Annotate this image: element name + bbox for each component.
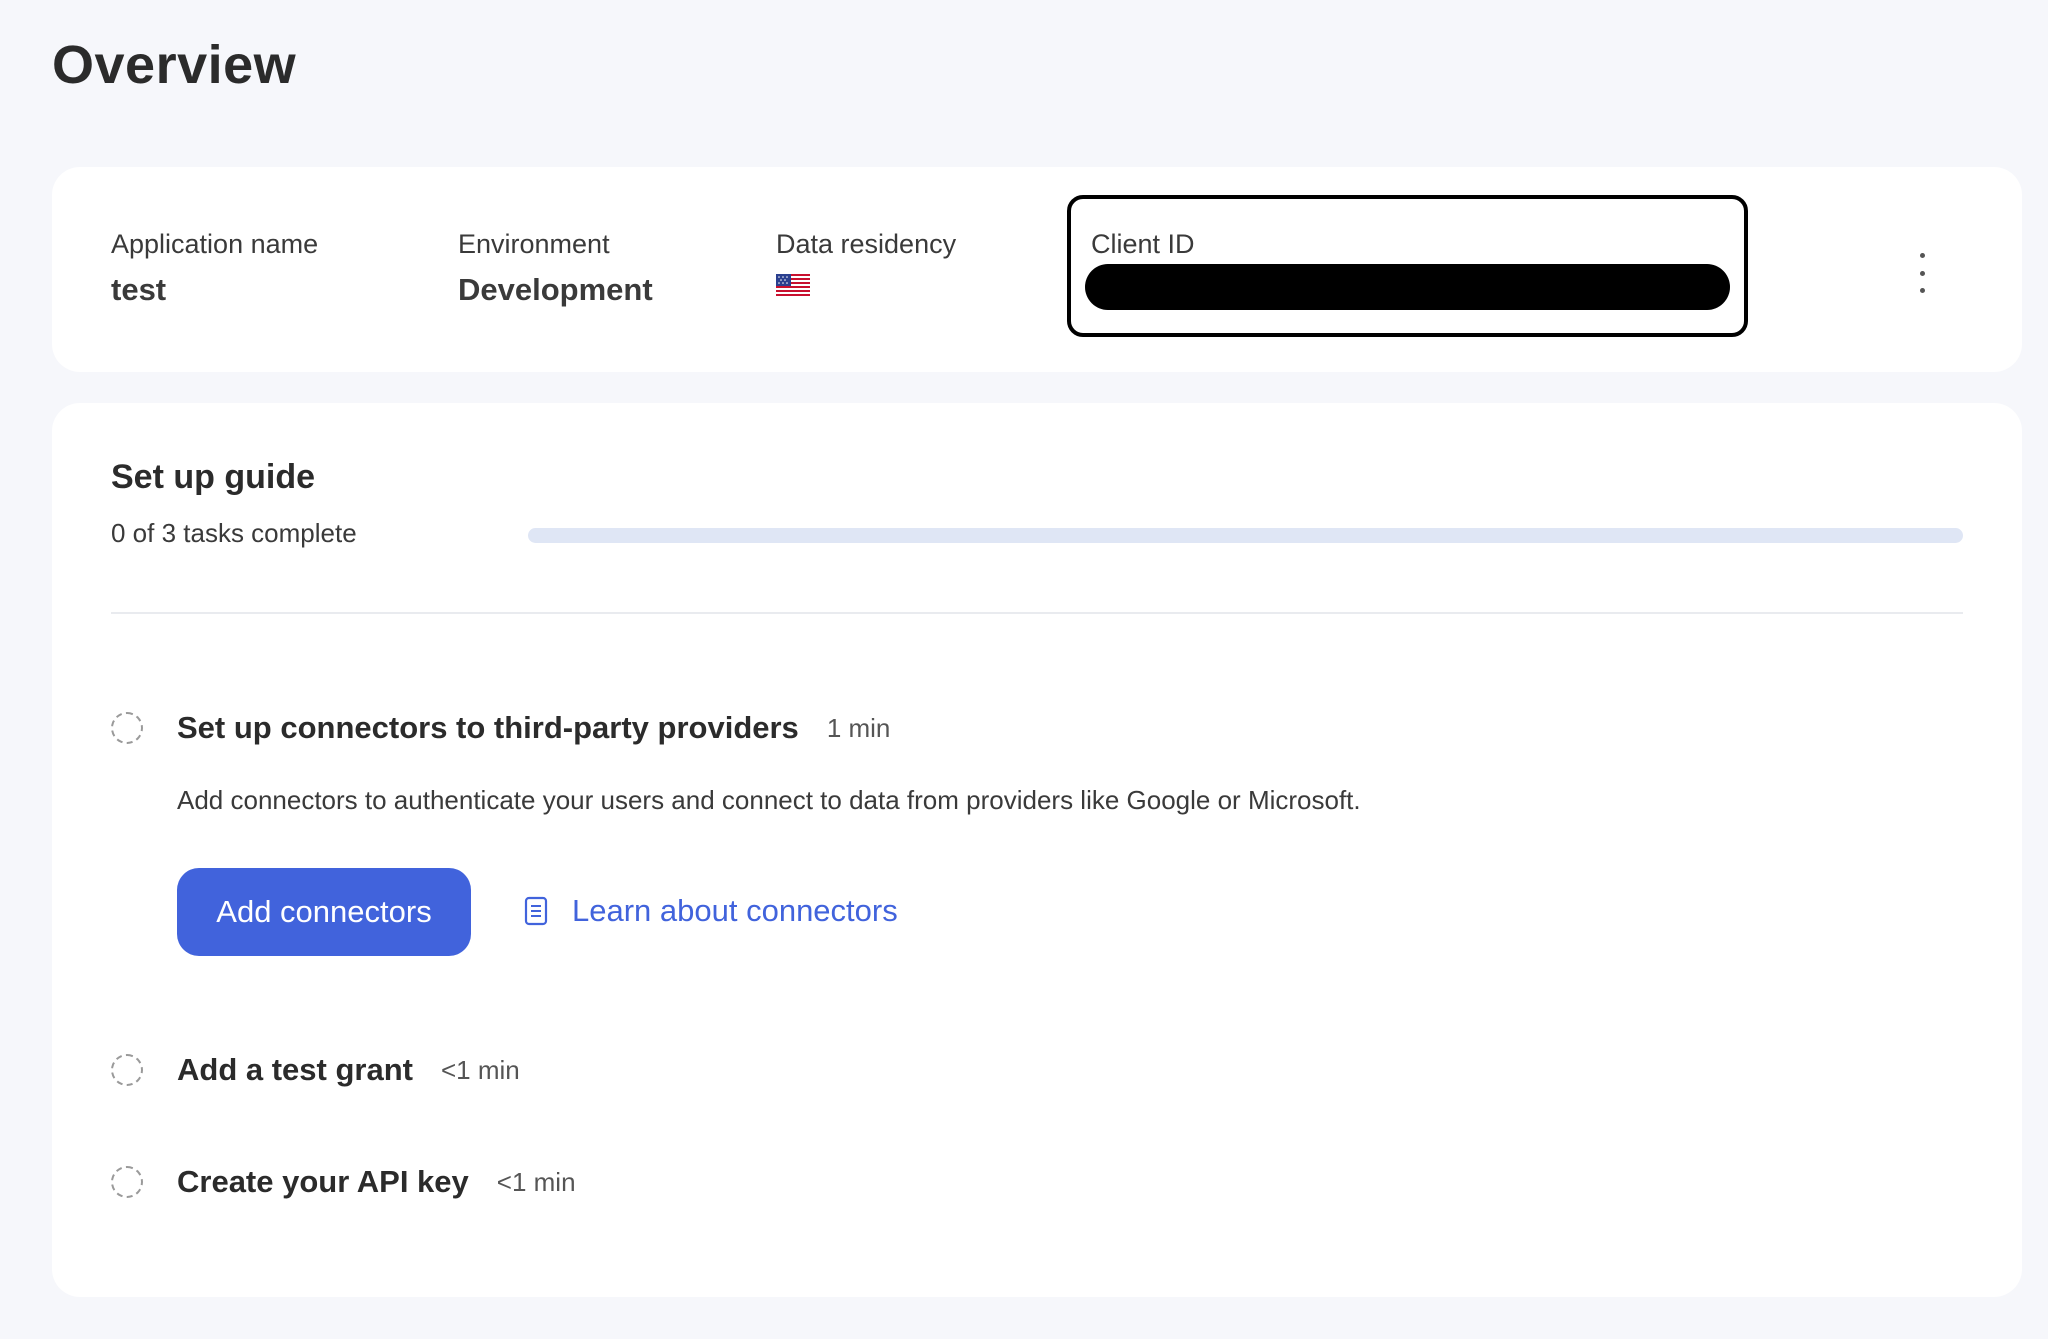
divider [111,612,1963,614]
setup-guide-title: Set up guide [111,458,315,496]
kebab-menu-icon[interactable] [1907,253,1937,293]
task-description: Add connectors to authenticate your user… [177,785,1361,815]
application-name-value: test [111,272,167,307]
client-id-label: Client ID [1091,229,1195,259]
overview-page: Overview Application name test Environme… [0,0,2048,1339]
client-id-field[interactable]: Client ID [1067,195,1748,337]
data-residency-label: Data residency [776,229,957,259]
task-time: <1 min [440,1054,520,1085]
us-flag-icon [776,274,810,298]
learn-about-connectors-link[interactable]: Learn about connectors [524,883,1084,939]
task-title: Create your API key [177,1164,469,1199]
task-title: Set up connectors to third-party provide… [177,710,799,745]
client-id-redacted-value [1085,264,1730,310]
learn-about-connectors-text: Learn about connectors [572,893,898,928]
page-title: Overview [52,35,297,95]
environment-value: Development [458,272,653,307]
application-name-field: Application name test [111,229,318,308]
setup-guide-card: Set up guide 0 of 3 tasks complete Set u… [52,403,2022,1297]
data-residency-field: Data residency [776,229,956,298]
setup-guide-progress-bar [528,528,1963,543]
dashed-circle-icon [111,712,143,744]
setup-guide-progress-text: 0 of 3 tasks complete [111,518,357,548]
task-create-api-key[interactable]: Create your API key <1 min [111,1157,576,1207]
document-icon [524,896,548,926]
task-time: <1 min [496,1166,576,1197]
add-connectors-button[interactable]: Add connectors [177,868,471,956]
task-title: Add a test grant [177,1052,413,1087]
environment-label: Environment [458,229,610,259]
task-setup-connectors: Set up connectors to third-party provide… [111,703,1361,956]
dashed-circle-icon [111,1054,143,1086]
dashed-circle-icon [111,1166,143,1198]
environment-field: Environment Development [458,229,653,308]
application-name-label: Application name [111,229,319,259]
task-time: 1 min [826,712,891,743]
task-add-test-grant[interactable]: Add a test grant <1 min [111,1045,520,1095]
application-info-card: Application name test Environment Develo… [52,167,2022,372]
